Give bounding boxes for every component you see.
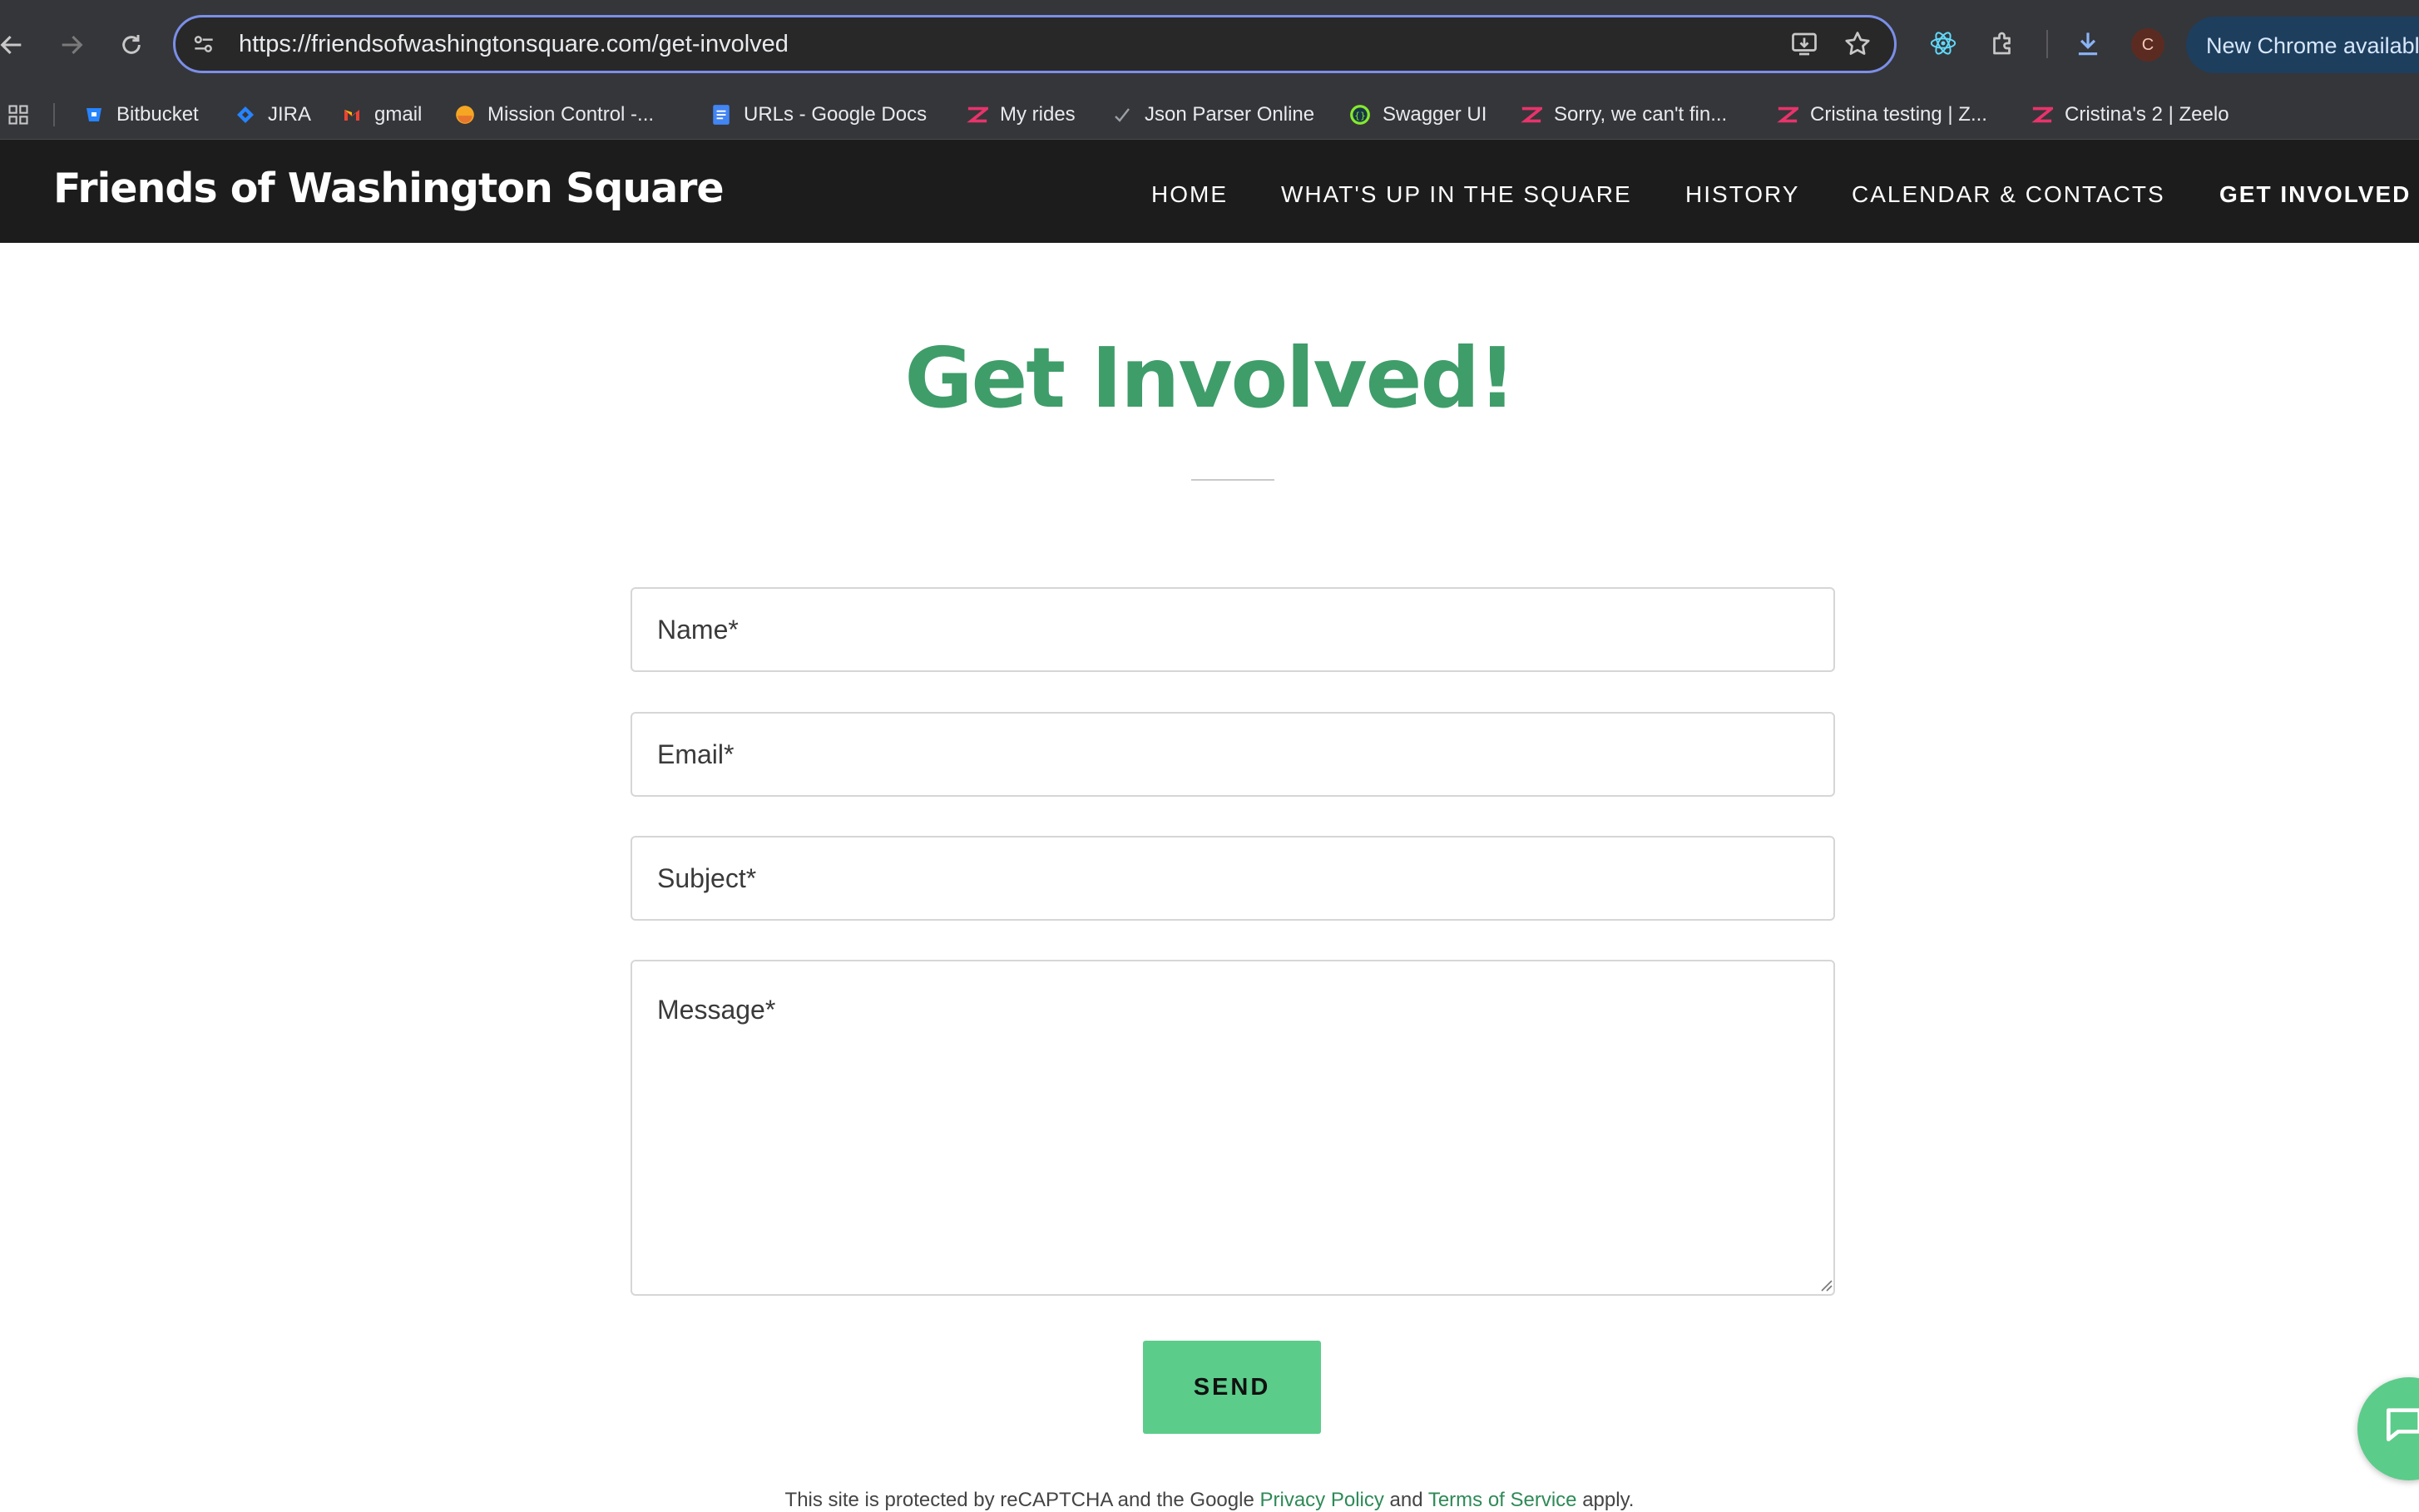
bookmark-star-icon[interactable] bbox=[1843, 29, 1872, 63]
site-title[interactable]: Friends of Washington Square bbox=[53, 165, 725, 212]
site-settings-icon[interactable] bbox=[190, 31, 217, 62]
recaptcha-text: apply. bbox=[1582, 1489, 1635, 1511]
bookmark-label: Cristina testing | Z... bbox=[1810, 103, 1987, 126]
message-field[interactable] bbox=[631, 960, 1835, 1296]
bookmark-label: Swagger UI bbox=[1383, 103, 1487, 126]
toolbar-divider bbox=[2046, 30, 2048, 58]
bookmarks-bar: Bitbucket JIRA gmail Mission Control -..… bbox=[0, 90, 2419, 140]
email-field[interactable] bbox=[631, 712, 1835, 797]
bookmark-label: Json Parser Online bbox=[1145, 103, 1315, 126]
zeelo-icon bbox=[967, 104, 988, 126]
apps-grid-icon[interactable] bbox=[7, 103, 30, 131]
bookmark-item[interactable]: My rides bbox=[967, 98, 1076, 131]
mission-control-icon bbox=[454, 104, 476, 126]
chat-widget-button[interactable] bbox=[2357, 1377, 2419, 1480]
privacy-policy-link[interactable]: Privacy Policy bbox=[1259, 1489, 1383, 1511]
bookmark-label: Mission Control -... bbox=[487, 103, 655, 126]
zeelo-icon bbox=[1521, 104, 1542, 126]
bitbucket-icon bbox=[83, 104, 105, 126]
google-docs-icon bbox=[710, 104, 732, 126]
swagger-icon: {} bbox=[1349, 104, 1371, 126]
zeelo-icon bbox=[1777, 104, 1798, 126]
browser-toolbar: https://friendsofwashingtonsquare.com/ge… bbox=[0, 0, 2419, 90]
new-chrome-available-button[interactable]: New Chrome available bbox=[2186, 17, 2419, 73]
recaptcha-text: and bbox=[1389, 1489, 1423, 1511]
bookmark-item[interactable]: Bitbucket bbox=[83, 98, 199, 131]
chat-icon bbox=[2381, 1401, 2419, 1451]
bookmark-label: gmail bbox=[374, 103, 423, 126]
site-header: Friends of Washington Square HOME WHAT'S… bbox=[0, 140, 2419, 243]
address-bar[interactable]: https://friendsofwashingtonsquare.com/ge… bbox=[173, 15, 1897, 73]
bookmark-label: Cristina's 2 | Zeelo bbox=[2065, 103, 2229, 126]
nav-home[interactable]: HOME bbox=[1151, 181, 1228, 208]
bookmark-item[interactable]: {} Swagger UI bbox=[1349, 98, 1487, 131]
terms-of-service-link[interactable]: Terms of Service bbox=[1428, 1489, 1577, 1511]
nav-whats-up[interactable]: WHAT'S UP IN THE SQUARE bbox=[1281, 181, 1632, 208]
bookmark-label: My rides bbox=[1000, 103, 1076, 126]
bookmark-label: JIRA bbox=[268, 103, 312, 126]
title-divider bbox=[1191, 479, 1274, 481]
resize-grip-icon[interactable] bbox=[1818, 1277, 1833, 1292]
bookmark-label: Sorry, we can't fin... bbox=[1554, 103, 1728, 126]
recaptcha-text: This site is protected by reCAPTCHA and … bbox=[784, 1489, 1254, 1511]
bookmark-item[interactable]: Sorry, we can't fin... bbox=[1521, 98, 1727, 131]
bookmark-item[interactable]: gmail bbox=[341, 98, 422, 131]
json-parser-icon bbox=[1111, 104, 1133, 126]
send-button[interactable]: SEND bbox=[1143, 1341, 1321, 1434]
bookmark-item[interactable]: URLs - Google Docs bbox=[710, 98, 927, 131]
back-arrow-icon[interactable] bbox=[0, 20, 37, 70]
downloads-icon[interactable] bbox=[2065, 20, 2111, 67]
nav-history[interactable]: HISTORY bbox=[1685, 181, 1799, 208]
zeelo-icon bbox=[2031, 104, 2053, 126]
nav-calendar-contacts[interactable]: CALENDAR & CONTACTS bbox=[1852, 181, 2165, 208]
url-text[interactable]: https://friendsofwashingtonsquare.com/ge… bbox=[239, 31, 789, 58]
page-title: Get Involved! bbox=[904, 329, 1516, 427]
bookmark-item[interactable]: Cristina's 2 | Zeelo bbox=[2031, 98, 2229, 131]
jira-icon bbox=[235, 104, 256, 126]
name-field[interactable] bbox=[631, 587, 1835, 672]
bookmark-item[interactable]: Json Parser Online bbox=[1111, 98, 1314, 131]
bookmark-item[interactable]: Cristina testing | Z... bbox=[1777, 98, 1987, 131]
bookmark-label: Bitbucket bbox=[116, 103, 199, 126]
subject-field[interactable] bbox=[631, 836, 1835, 921]
bookmark-item[interactable]: Mission Control -... bbox=[454, 98, 654, 131]
bookmark-label: URLs - Google Docs bbox=[744, 103, 928, 126]
svg-text:{}: {} bbox=[1354, 110, 1366, 121]
gmail-icon bbox=[341, 104, 363, 126]
bookmark-item[interactable]: JIRA bbox=[235, 98, 311, 131]
extensions-puzzle-icon[interactable] bbox=[1980, 20, 2026, 67]
install-app-icon[interactable] bbox=[1789, 29, 1819, 63]
react-devtools-icon[interactable] bbox=[1920, 20, 1966, 67]
forward-arrow-icon[interactable] bbox=[47, 20, 96, 70]
recaptcha-note: This site is protected by reCAPTCHA and … bbox=[0, 1489, 2419, 1512]
bookmarks-divider bbox=[53, 103, 55, 126]
reload-icon[interactable] bbox=[106, 20, 156, 70]
nav-get-involved[interactable]: GET INVOLVED bbox=[2219, 181, 2411, 208]
profile-avatar[interactable]: C bbox=[2131, 28, 2164, 62]
